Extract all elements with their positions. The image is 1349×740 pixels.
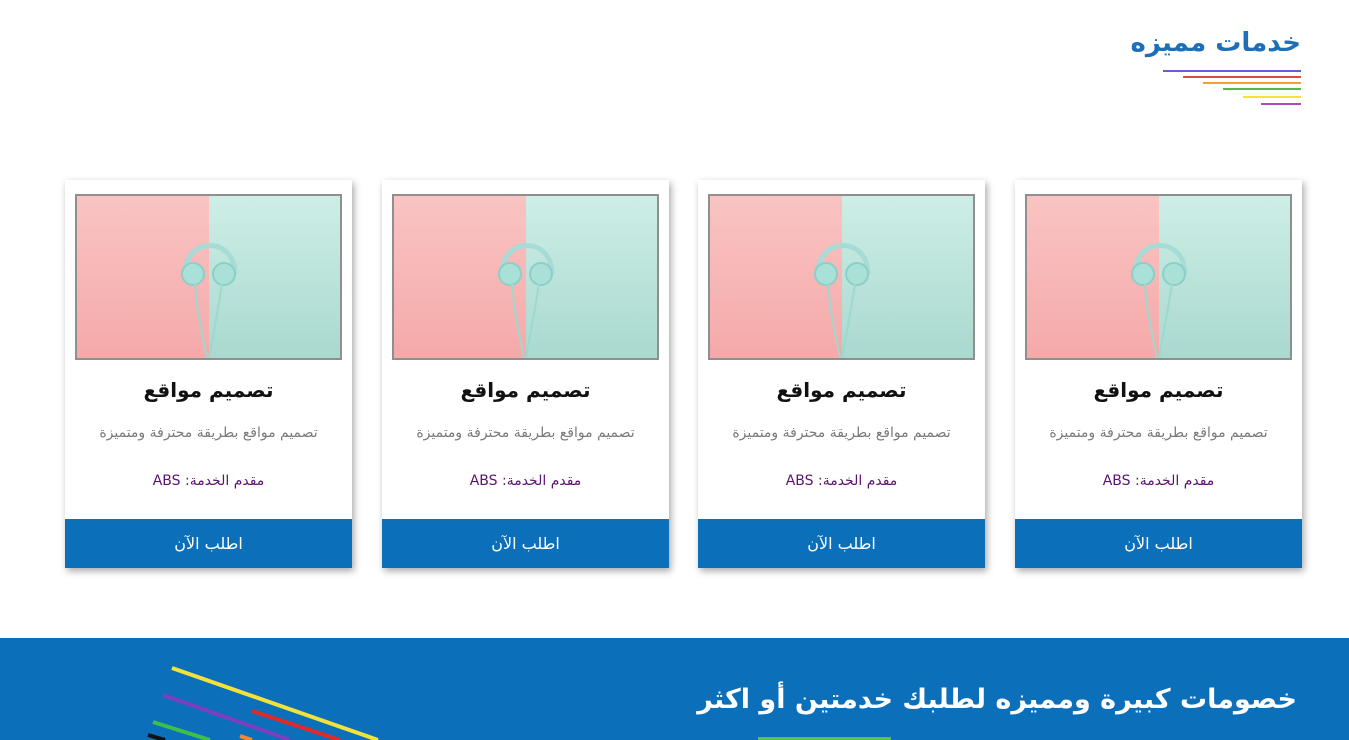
card-description: تصميم مواقع بطريقة محترفة ومتميزة bbox=[99, 425, 318, 441]
card-description: تصميم مواقع بطريقة محترفة ومتميزة bbox=[416, 425, 635, 441]
accent-line bbox=[1243, 96, 1301, 98]
section-title: خدمات مميزه bbox=[1130, 28, 1301, 58]
service-card: تصميم مواقع تصميم مواقع بطريقة محترفة وم… bbox=[698, 180, 985, 568]
headphones-image bbox=[708, 194, 975, 360]
service-card: تصميم مواقع تصميم مواقع بطريقة محترفة وم… bbox=[1015, 180, 1302, 568]
order-now-button[interactable]: اطلب الآن bbox=[382, 519, 669, 568]
card-provider: مقدم الخدمة: ABS bbox=[152, 473, 265, 489]
headphones-icon bbox=[498, 243, 555, 358]
order-now-button[interactable]: اطلب الآن bbox=[1015, 519, 1302, 568]
order-now-button[interactable]: اطلب الآن bbox=[698, 519, 985, 568]
headphones-image bbox=[1025, 194, 1292, 360]
accent-line bbox=[1223, 88, 1301, 90]
card-provider: مقدم الخدمة: ABS bbox=[469, 473, 582, 489]
accent-line bbox=[1203, 82, 1301, 84]
service-cards: تصميم مواقع تصميم مواقع بطريقة محترفة وم… bbox=[65, 180, 1302, 568]
headphones-image bbox=[392, 194, 659, 360]
accent-line bbox=[1183, 76, 1301, 78]
card-provider: مقدم الخدمة: ABS bbox=[785, 473, 898, 489]
card-title: تصميم مواقع bbox=[143, 378, 274, 402]
accent-line bbox=[1261, 103, 1301, 105]
card-description: تصميم مواقع بطريقة محترفة ومتميزة bbox=[732, 425, 951, 441]
headphones-image bbox=[75, 194, 342, 360]
page: خدمات مميزه تصميم مواقع تصميم مواقع بطري… bbox=[0, 0, 1349, 740]
card-title: تصميم مواقع bbox=[1093, 378, 1224, 402]
card-description: تصميم مواقع بطريقة محترفة ومتميزة bbox=[1049, 425, 1268, 441]
headphones-icon bbox=[1131, 243, 1188, 358]
decorative-stripes bbox=[147, 666, 379, 740]
card-provider: مقدم الخدمة: ABS bbox=[1102, 473, 1215, 489]
accent-line bbox=[1163, 70, 1301, 72]
service-card: تصميم مواقع تصميم مواقع بطريقة محترفة وم… bbox=[65, 180, 352, 568]
banner-title: خصومات كبيرة ومميزه لطلبك خدمتين أو اكثر bbox=[697, 684, 1297, 715]
order-now-button[interactable]: اطلب الآن bbox=[65, 519, 352, 568]
headphones-icon bbox=[181, 243, 238, 358]
service-card: تصميم مواقع تصميم مواقع بطريقة محترفة وم… bbox=[382, 180, 669, 568]
card-title: تصميم مواقع bbox=[776, 378, 907, 402]
card-title: تصميم مواقع bbox=[460, 378, 591, 402]
headphones-icon bbox=[814, 243, 871, 358]
title-accent-lines bbox=[1156, 68, 1301, 108]
discount-banner: خصومات كبيرة ومميزه لطلبك خدمتين أو اكثر bbox=[0, 638, 1349, 740]
